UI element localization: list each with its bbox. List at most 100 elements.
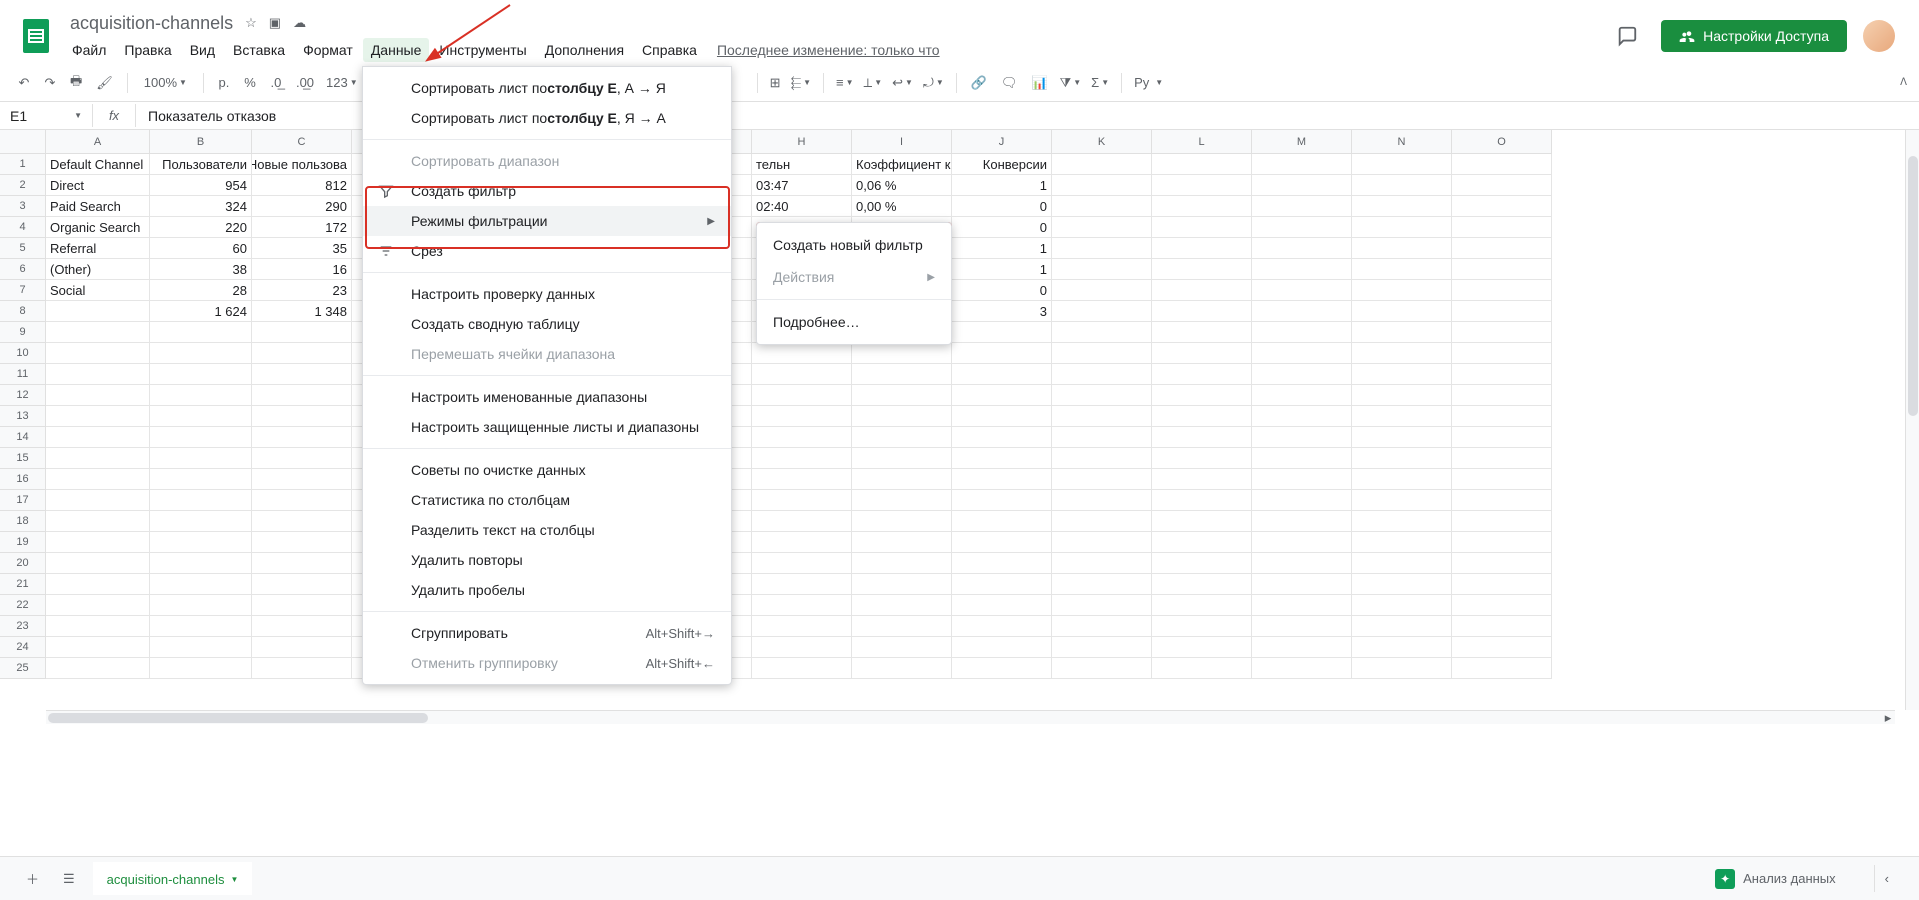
row-header[interactable]: 11 [0, 364, 45, 385]
cell[interactable] [1152, 553, 1252, 574]
cell[interactable] [1252, 406, 1352, 427]
cell[interactable] [1052, 616, 1152, 637]
cell[interactable] [852, 385, 952, 406]
number-format-select[interactable]: 123▼ [322, 71, 362, 94]
row-header[interactable]: 5 [0, 238, 45, 259]
cell[interactable] [952, 490, 1052, 511]
scroll-right-icon[interactable]: ▸ [1881, 711, 1895, 724]
cell[interactable] [1352, 154, 1452, 175]
cell[interactable]: 290 [252, 196, 352, 217]
cell[interactable] [252, 427, 352, 448]
cell[interactable] [952, 616, 1052, 637]
cell[interactable]: 1 624 [150, 301, 252, 322]
cell[interactable] [1452, 427, 1552, 448]
cell[interactable] [752, 364, 852, 385]
cell[interactable] [150, 322, 252, 343]
cell[interactable]: 35 [252, 238, 352, 259]
cell[interactable] [952, 385, 1052, 406]
cell[interactable] [46, 490, 150, 511]
cell[interactable] [1352, 427, 1452, 448]
cell[interactable] [1452, 511, 1552, 532]
menu-trim-whitespace[interactable]: Удалить пробелы [363, 575, 731, 605]
row-header[interactable]: 17 [0, 490, 45, 511]
cell[interactable] [46, 637, 150, 658]
cell[interactable] [1452, 637, 1552, 658]
cell[interactable] [752, 469, 852, 490]
merge-icon[interactable]: ⬱ ▼ [787, 71, 815, 95]
filter-icon[interactable]: ⧩ ▼ [1056, 71, 1086, 95]
cell[interactable] [1152, 196, 1252, 217]
cell[interactable] [46, 385, 150, 406]
cell[interactable] [852, 343, 952, 364]
cloud-icon[interactable]: ☁ [293, 15, 306, 31]
cell[interactable] [150, 343, 252, 364]
cell[interactable]: 1 [952, 259, 1052, 280]
col-header[interactable]: O [1452, 130, 1552, 153]
cell[interactable] [252, 616, 352, 637]
collapse-explore-icon[interactable]: ‹ [1874, 865, 1899, 892]
cell[interactable] [1052, 427, 1152, 448]
cell[interactable] [1252, 196, 1352, 217]
all-sheets-icon[interactable]: ☰ [57, 865, 81, 893]
cell[interactable] [1152, 217, 1252, 238]
menu-справка[interactable]: Справка [634, 38, 705, 62]
cell[interactable] [1352, 259, 1452, 280]
share-button[interactable]: Настройки Доступа [1661, 20, 1847, 52]
cell[interactable]: Default Channel [46, 154, 150, 175]
row-header[interactable]: 19 [0, 532, 45, 553]
cell[interactable] [1352, 175, 1452, 196]
menu-pivot-table[interactable]: Создать сводную таблицу [363, 309, 731, 339]
col-header[interactable]: N [1352, 130, 1452, 153]
cell[interactable]: 1 [952, 238, 1052, 259]
cell[interactable] [1252, 280, 1352, 301]
menu-filter-views[interactable]: Режимы фильтрации ▶ [363, 206, 731, 236]
cell[interactable] [150, 448, 252, 469]
col-header[interactable]: A [46, 130, 150, 153]
cell[interactable] [952, 322, 1052, 343]
row-header[interactable]: 22 [0, 595, 45, 616]
cell[interactable] [1252, 574, 1352, 595]
scroll-thumb[interactable] [48, 713, 428, 723]
cell[interactable] [752, 574, 852, 595]
rotate-icon[interactable]: ⤾ ▼ [919, 71, 948, 95]
row-header[interactable]: 9 [0, 322, 45, 343]
cell[interactable] [1352, 553, 1452, 574]
row-header[interactable]: 10 [0, 343, 45, 364]
paint-format-icon[interactable]: 🖌 [90, 71, 119, 95]
cell[interactable] [1152, 154, 1252, 175]
cell[interactable] [1252, 490, 1352, 511]
row-header[interactable]: 4 [0, 217, 45, 238]
row-header[interactable]: 24 [0, 637, 45, 658]
cell[interactable] [252, 637, 352, 658]
cell[interactable] [852, 469, 952, 490]
menu-sort-sheet-az[interactable]: Сортировать лист по столбцу E, А → Я [363, 73, 731, 103]
cell[interactable] [1352, 637, 1452, 658]
menu-файл[interactable]: Файл [64, 38, 114, 62]
cell[interactable] [1052, 217, 1152, 238]
cell[interactable] [1252, 175, 1352, 196]
cell[interactable]: 0 [952, 280, 1052, 301]
row-header[interactable]: 8 [0, 301, 45, 322]
cell[interactable] [252, 574, 352, 595]
cell[interactable] [1352, 469, 1452, 490]
submenu-learn-more[interactable]: Подробнее… [757, 306, 951, 338]
cell[interactable]: 954 [150, 175, 252, 196]
row-header[interactable]: 13 [0, 406, 45, 427]
cell[interactable] [1252, 238, 1352, 259]
cell[interactable] [1452, 196, 1552, 217]
cell[interactable]: 324 [150, 196, 252, 217]
menu-remove-duplicates[interactable]: Удалить повторы [363, 545, 731, 575]
cell[interactable] [1252, 154, 1352, 175]
cell[interactable] [46, 532, 150, 553]
row-header[interactable]: 12 [0, 385, 45, 406]
cell[interactable] [252, 553, 352, 574]
cell[interactable] [1252, 616, 1352, 637]
cell[interactable] [1052, 406, 1152, 427]
cell[interactable] [150, 595, 252, 616]
cell[interactable] [1452, 238, 1552, 259]
cell[interactable] [952, 658, 1052, 679]
row-header[interactable]: 7 [0, 280, 45, 301]
row-header[interactable]: 20 [0, 553, 45, 574]
cell[interactable] [952, 406, 1052, 427]
cell[interactable] [952, 469, 1052, 490]
